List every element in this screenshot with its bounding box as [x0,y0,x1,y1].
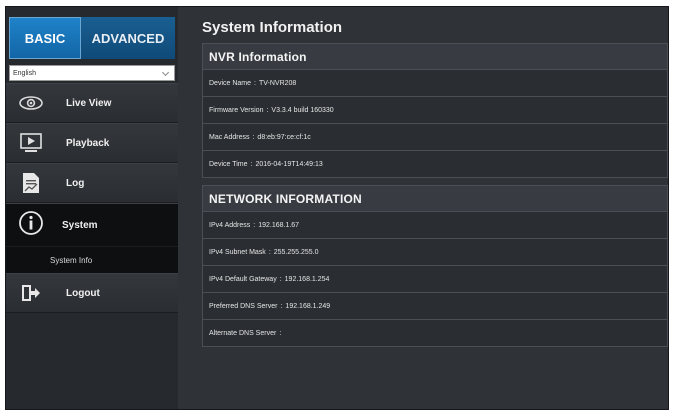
info-row-label: Mac Address [209,133,250,141]
network-information-header: NETWORK INFORMATION [203,186,667,212]
info-row: Mac Address: d8:eb:97:ce:cf:1c [203,124,667,151]
tab-advanced[interactable]: ADVANCED [81,17,175,59]
sidebar-item-log[interactable]: Log [6,163,178,203]
info-row-value: 2016-04-19T14:49:13 [255,160,323,168]
info-row-value: 255.255.255.0 [273,248,319,256]
info-row-label: IPv4 Default Gateway [209,275,277,283]
info-row-label: Firmware Version [209,106,264,114]
language-select[interactable]: English [9,65,175,81]
info-row: Firmware Version: V3.3.4 build 160330 [203,97,667,124]
playback-icon [18,131,44,155]
sidebar-menu: Live View Playback Log System System Inf… [6,83,187,313]
sidebar: BASIC ADVANCED English Live View Playbac… [6,7,187,409]
info-row-label: Device Name [209,79,252,87]
tab-basic[interactable]: BASIC [9,17,81,59]
sidebar-item-label: Log [66,177,85,189]
sidebar-item-label: Playback [66,137,110,149]
info-row: IPv4 Default Gateway: 192.168.1.254 [203,266,667,293]
info-row-value: TV-NVR208 [258,79,297,87]
sidebar-item-live-view[interactable]: Live View [6,83,178,123]
nvr-information-panel: NVR Information Device Name: TV-NVR208 F… [202,43,668,178]
info-row-value: 192.168.1.249 [285,302,331,310]
app-window: BASIC ADVANCED English Live View Playbac… [5,6,669,410]
info-row: Preferred DNS Server: 192.168.1.249 [203,293,667,320]
info-row: IPv4 Address: 192.168.1.67 [203,212,667,239]
network-information-panel: NETWORK INFORMATION IPv4 Address: 192.16… [202,185,668,347]
info-row: Device Time: 2016-04-19T14:49:13 [209,160,323,168]
sidebar-item-label: System [62,219,98,231]
info-row: IPv4 Subnet Mask: 255.255.255.0 [203,239,667,266]
info-row-label: Device Time [209,160,248,168]
sidebar-item-system[interactable]: System [6,203,187,247]
info-row-value: V3.3.4 build 160330 [271,106,334,114]
eye-icon [18,91,44,115]
nvr-information-header: NVR Information [203,44,667,70]
info-row-label: IPv4 Subnet Mask [209,248,266,256]
page-title: System Information [202,19,343,36]
info-row-value: 192.168.1.254 [284,275,330,283]
info-row-label: Alternate DNS Server [209,329,277,337]
chevron-down-icon [161,68,170,77]
main-content: System Information NVR Information Devic… [178,7,668,409]
logout-icon [18,281,44,305]
language-select-value: English [13,69,36,77]
sidebar-item-label: Logout [66,287,100,299]
info-row-value: d8:eb:97:ce:cf:1c [257,133,311,141]
log-icon [18,171,44,195]
sidebar-item-playback[interactable]: Playback [6,123,178,163]
sidebar-item-label: Live View [66,97,112,109]
info-row: Device Name: TV-NVR208 [203,70,667,97]
info-row-label: Preferred DNS Server [209,302,278,310]
sidebar-subitem-label: System Info [50,255,93,265]
info-icon [18,211,44,235]
sidebar-item-logout[interactable]: Logout [6,273,178,313]
info-row-value: 192.168.1.67 [258,221,300,229]
sidebar-subitem-system-info[interactable]: System Info [6,247,178,273]
info-row-label: IPv4 Address [209,221,251,229]
mode-tabs: BASIC ADVANCED [9,17,175,59]
info-row: Alternate DNS Server: [209,329,282,337]
